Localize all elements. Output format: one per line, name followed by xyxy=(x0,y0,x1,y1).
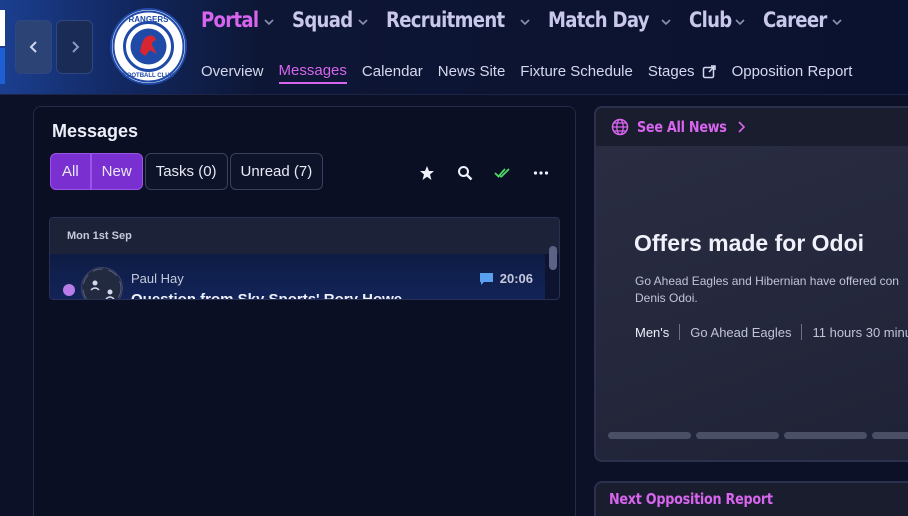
crest-icon: RANGERS FOOTBALL CLUB xyxy=(112,10,185,83)
search-icon xyxy=(455,163,475,183)
chevron-down-icon xyxy=(520,19,530,26)
person-icon xyxy=(82,268,122,299)
subnav-opposition-report[interactable]: Opposition Report xyxy=(732,63,853,83)
pager-dot[interactable] xyxy=(696,432,779,439)
news-description: Go Ahead Eagles and Hibernian have offer… xyxy=(635,274,899,305)
nav-portal[interactable]: Portal xyxy=(201,8,274,32)
chat-icon xyxy=(479,272,493,285)
star-button[interactable] xyxy=(417,163,437,183)
nav-label: Career xyxy=(762,8,827,32)
nav-match-day[interactable]: Match Day xyxy=(548,8,671,32)
see-all-news-label: See All News xyxy=(637,118,727,136)
sidebar-edge xyxy=(0,10,5,46)
messages-panel: Messages All New Tasks (0) Unread (7) Mo… xyxy=(33,106,576,516)
chevron-down-icon xyxy=(264,19,274,26)
filter-tasks-button[interactable]: Tasks (0) xyxy=(144,153,228,190)
main-nav: Portal Squad Recruitment Match Day Club … xyxy=(201,8,860,32)
news-meta: Men's Go Ahead Eagles 11 hours 30 minut.… xyxy=(635,324,908,340)
top-header: RANGERS FOOTBALL CLUB Portal Squad Recru… xyxy=(0,0,908,95)
news-headline: Offers made for Odoi xyxy=(634,230,865,256)
chevron-down-icon xyxy=(358,19,368,26)
subnav-news-site[interactable]: News Site xyxy=(438,63,506,83)
message-subject: Question from Sky Sports' Rory Howe xyxy=(131,291,403,300)
chevron-down-icon xyxy=(734,19,745,26)
club-crest-logo[interactable]: RANGERS FOOTBALL CLUB xyxy=(110,8,187,85)
external-link-icon xyxy=(702,65,716,79)
chevron-left-icon xyxy=(29,41,37,53)
nav-label: Squad xyxy=(291,8,353,32)
mark-all-read-button[interactable] xyxy=(493,163,513,183)
see-all-news-link[interactable]: See All News xyxy=(596,108,908,146)
back-button[interactable] xyxy=(15,20,52,74)
message-list: Mon 1st Sep Paul Hay Question from Sky S… xyxy=(49,217,560,300)
news-pager xyxy=(608,432,908,439)
nav-label: Match Day xyxy=(547,8,650,32)
news-card[interactable]: Offers made for Odoi Go Ahead Eagles and… xyxy=(596,146,908,460)
subnav-overview[interactable]: Overview xyxy=(201,63,264,83)
divider xyxy=(679,324,681,340)
nav-recruitment[interactable]: Recruitment xyxy=(386,8,530,32)
search-button[interactable] xyxy=(455,163,475,183)
more-options-button[interactable] xyxy=(531,163,551,183)
pager-dot[interactable] xyxy=(784,432,867,439)
pager-dot[interactable] xyxy=(872,432,908,439)
chevron-right-icon xyxy=(71,41,79,53)
date-group-header: Mon 1st Sep xyxy=(50,218,559,254)
message-filters: All New Tasks (0) Unread (7) xyxy=(50,153,325,190)
panel-title: Messages xyxy=(52,121,139,141)
opposition-report-title: Next Opposition Report xyxy=(609,490,773,508)
filter-all-button[interactable]: All xyxy=(50,153,91,190)
message-time-label: 20:06 xyxy=(499,271,533,286)
divider xyxy=(801,324,803,340)
news-time: 11 hours 30 minut... xyxy=(812,324,908,340)
svg-text:RANGERS: RANGERS xyxy=(128,15,169,24)
svg-text:FOOTBALL CLUB: FOOTBALL CLUB xyxy=(123,73,175,79)
sidebar-edge-blue xyxy=(0,48,5,84)
subnav-stages-label: Stages xyxy=(647,63,695,80)
subnav-calendar[interactable]: Calendar xyxy=(362,63,423,83)
news-club: Go Ahead Eagles xyxy=(690,324,792,340)
nav-career[interactable]: Career xyxy=(763,8,843,32)
star-icon xyxy=(417,163,437,183)
avatar xyxy=(81,267,123,299)
nav-squad[interactable]: Squad xyxy=(292,8,368,32)
list-scrollbar[interactable] xyxy=(549,246,557,270)
chevron-down-icon xyxy=(661,19,671,26)
nav-label: Portal xyxy=(201,8,259,32)
news-category: Men's xyxy=(635,324,670,340)
nav-club[interactable]: Club xyxy=(689,8,745,32)
double-check-icon xyxy=(493,163,513,183)
nav-label: Recruitment xyxy=(386,8,505,32)
unread-indicator xyxy=(63,284,75,296)
message-row[interactable]: Paul Hay Question from Sky Sports' Rory … xyxy=(50,254,545,300)
nav-label: Club xyxy=(689,8,732,32)
chevron-right-icon xyxy=(738,121,746,133)
news-panel: See All News Offers made for Odoi Go Ahe… xyxy=(594,106,908,462)
filter-unread-button[interactable]: Unread (7) xyxy=(229,153,324,190)
sub-nav: Overview Messages Calendar News Site Fix… xyxy=(201,62,867,84)
subnav-fixture-schedule[interactable]: Fixture Schedule xyxy=(520,63,633,83)
message-time: 20:06 xyxy=(479,271,533,286)
subnav-stages[interactable]: Stages xyxy=(648,63,717,83)
app-root: RANGERS FOOTBALL CLUB Portal Squad Recru… xyxy=(0,0,908,516)
forward-button[interactable] xyxy=(56,20,93,74)
message-sender: Paul Hay xyxy=(131,271,184,286)
pager-dot[interactable] xyxy=(608,432,691,439)
filter-new-button[interactable]: New xyxy=(90,153,143,190)
opposition-report-panel[interactable]: Next Opposition Report xyxy=(594,481,908,516)
more-icon xyxy=(531,163,551,183)
subnav-messages[interactable]: Messages xyxy=(278,62,347,84)
chevron-down-icon xyxy=(832,19,843,26)
globe-icon xyxy=(611,118,629,136)
